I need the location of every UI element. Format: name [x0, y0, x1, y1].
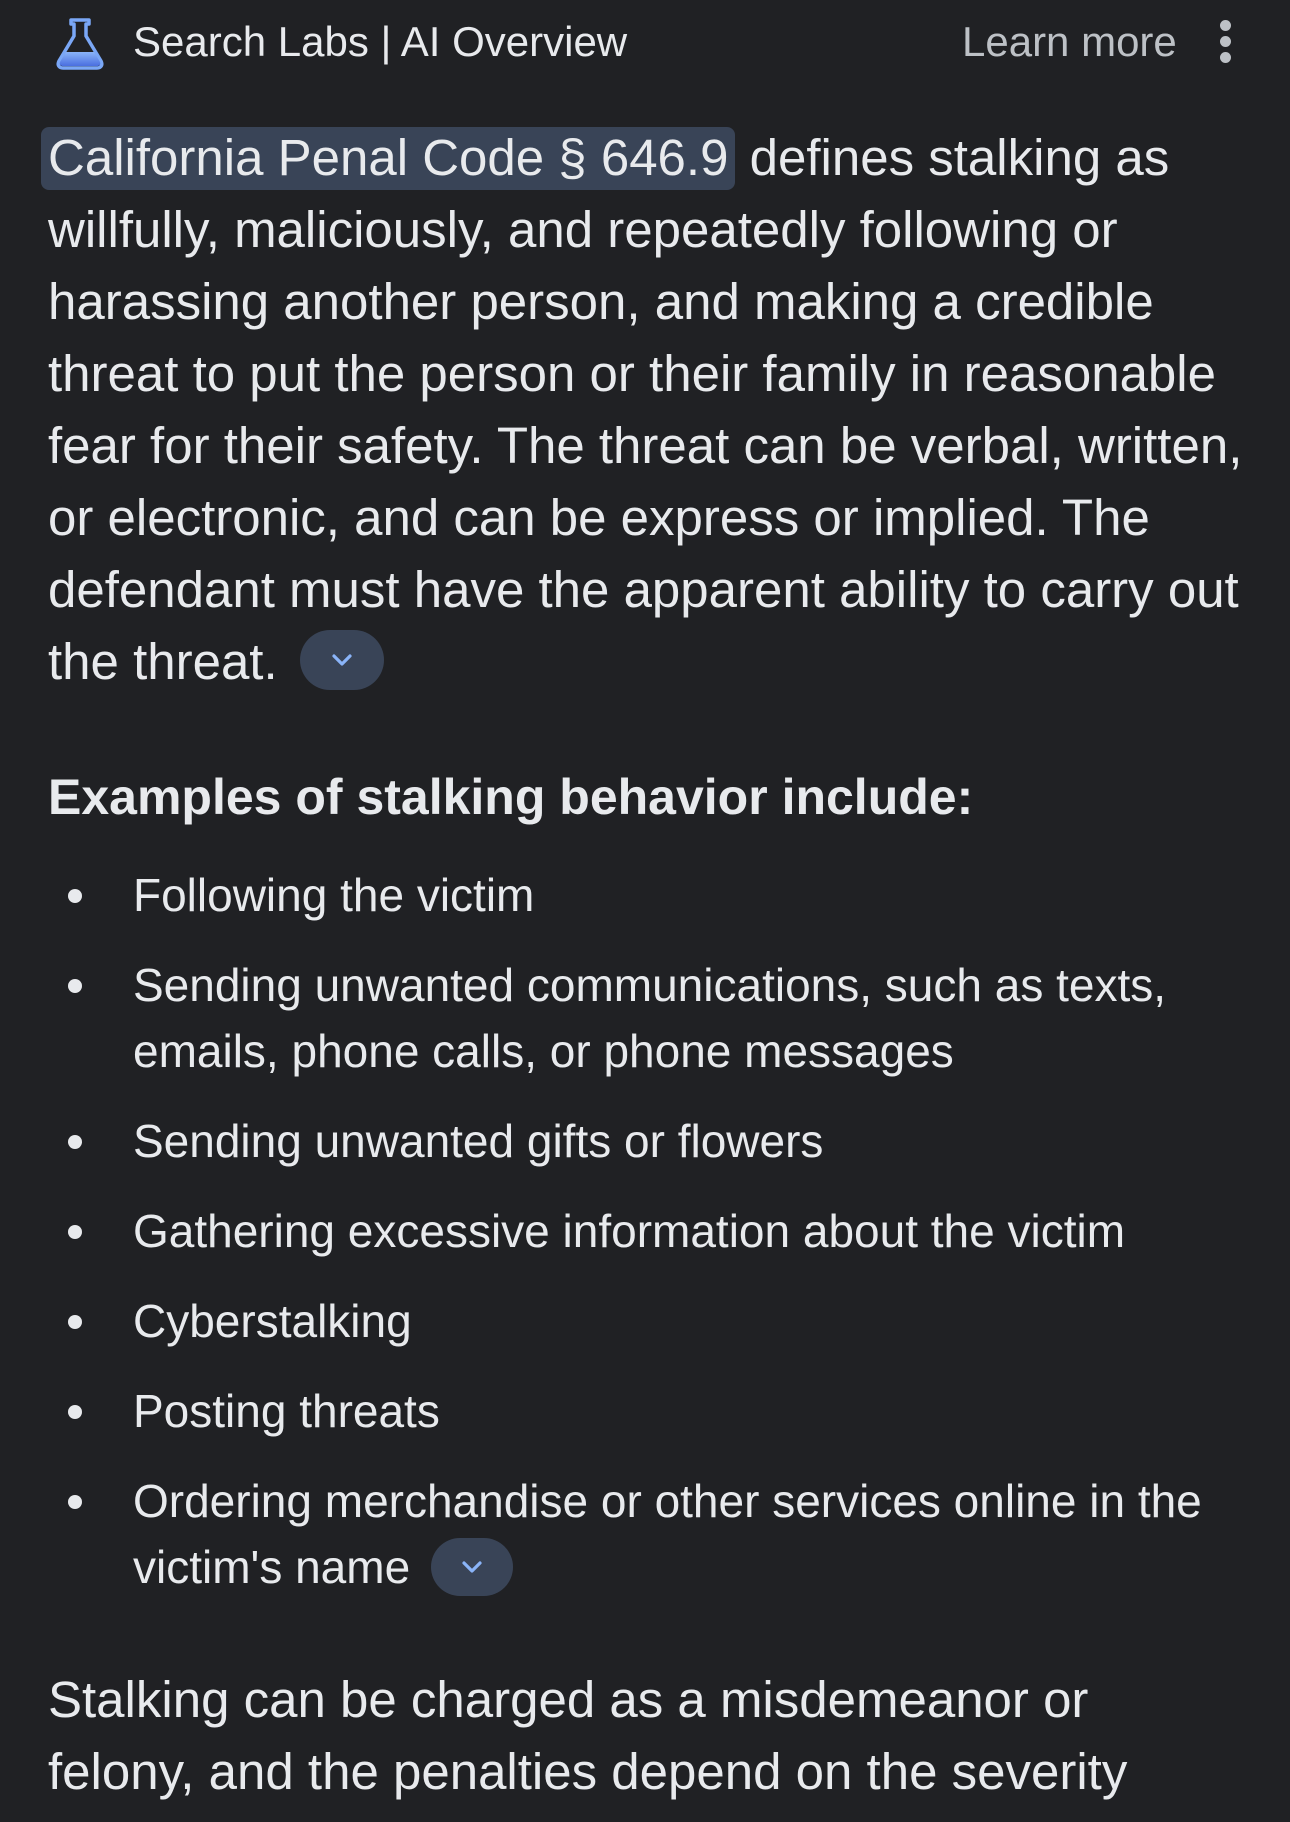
bullet-icon	[68, 1135, 82, 1149]
list-item: Posting threats	[48, 1378, 1248, 1444]
list-item: Sending unwanted gifts or flowers	[48, 1108, 1248, 1174]
list-item: Sending unwanted communications, such as…	[48, 952, 1248, 1084]
citation-highlight[interactable]: California Penal Code § 646.9	[41, 127, 736, 190]
list-item: Ordering merchandise or other services o…	[48, 1468, 1248, 1600]
expand-sources-button[interactable]	[430, 1537, 513, 1596]
bullet-icon	[68, 979, 82, 993]
list-item: Cyberstalking	[48, 1288, 1248, 1354]
learn-more-link[interactable]: Learn more	[962, 14, 1177, 70]
list-item-text: Ordering merchandise or other services o…	[133, 1475, 1202, 1593]
chevron-down-icon	[462, 1561, 482, 1573]
list-item-text: Gathering excessive information about th…	[133, 1205, 1126, 1257]
chevron-down-icon	[332, 653, 352, 666]
bullet-icon	[68, 1225, 82, 1239]
ai-overview-header: Search Labs | AI Overview Learn more	[0, 0, 1290, 84]
list-item-text: Posting threats	[133, 1385, 440, 1437]
list-item-text: Sending unwanted gifts or flowers	[133, 1115, 824, 1167]
examples-list: Following the victim Sending unwanted co…	[48, 862, 1248, 1624]
overview-paragraph: California Penal Code § 646.9 defines st…	[41, 122, 1244, 698]
list-item: Gathering excessive information about th…	[48, 1198, 1248, 1264]
bullet-icon	[68, 1405, 82, 1419]
list-item-text: Sending unwanted communications, such as…	[133, 959, 1167, 1077]
bullet-icon	[68, 1315, 82, 1329]
flask-icon	[56, 18, 104, 70]
header-title: Search Labs | AI Overview	[133, 18, 628, 65]
overview-text: defines stalking as willfully, malicious…	[48, 129, 1243, 690]
examples-heading: Examples of stalking behavior include:	[48, 769, 974, 825]
list-item-text: Following the victim	[133, 869, 535, 921]
bullet-icon	[68, 1495, 82, 1509]
bullet-icon	[68, 889, 82, 903]
list-item: Following the victim	[48, 862, 1248, 928]
more-vert-icon[interactable]	[1210, 20, 1240, 64]
closing-paragraph: Stalking can be charged as a misdemeanor…	[48, 1671, 1128, 1800]
expand-sources-button[interactable]	[299, 629, 384, 690]
list-item-text: Cyberstalking	[133, 1295, 412, 1347]
